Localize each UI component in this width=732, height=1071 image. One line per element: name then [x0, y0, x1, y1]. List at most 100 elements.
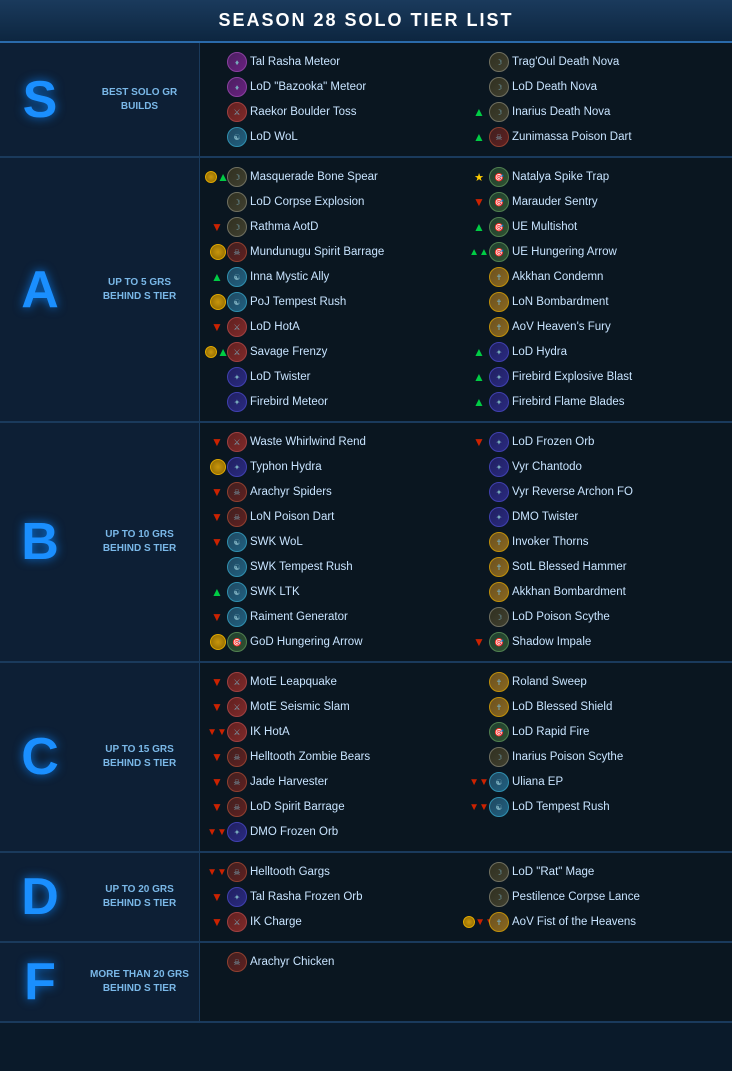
build-item: 🎯 LoD Rapid Fire: [470, 721, 724, 743]
build-name: Invoker Thorns: [512, 536, 589, 548]
build-name: Masquerade Bone Spear: [250, 171, 378, 183]
build-avatar: ☯: [227, 607, 247, 627]
tier-row-B: B UP TO 10 GRS BEHIND S TIER ▼ ⚔ Waste W…: [0, 423, 732, 663]
build-item: ♦ LoD "Bazooka" Meteor: [208, 76, 462, 98]
tier-description-F: MORE THAN 20 GRS BEHIND S TIER: [80, 943, 200, 1021]
build-name: LoD "Bazooka" Meteor: [250, 81, 366, 93]
build-item: ☽ Inarius Poison Scythe: [470, 746, 724, 768]
build-item: ▼ ⚔ MotE Seismic Slam: [208, 696, 462, 718]
gold-double-down-indicator: ▼▼: [472, 915, 486, 929]
build-item: ✝ Roland Sweep: [470, 671, 724, 693]
tier-left-column-A: ▲ ☽ Masquerade Bone Spear ☽ LoD Corpse E…: [204, 166, 466, 413]
build-item: ☽ Pestilence Corpse Lance: [470, 886, 724, 908]
build-avatar: ☽: [489, 607, 509, 627]
tier-label-D: D: [0, 853, 80, 941]
build-avatar: ☯: [227, 267, 247, 287]
build-item: ✦ Typhon Hydra: [208, 456, 462, 478]
build-item: ▲ ☽ Masquerade Bone Spear: [208, 166, 462, 188]
build-item: ▼ ⚔ MotE Leapquake: [208, 671, 462, 693]
build-name: IK Charge: [250, 916, 302, 928]
build-item: ▲▲ 🎯 UE Hungering Arrow: [470, 241, 724, 263]
tier-desc-text-B: UP TO 10 GRS BEHIND S TIER: [88, 528, 191, 556]
arrow-up-indicator: ▲: [472, 345, 486, 359]
tier-row-S: S BEST SOLO GR BUILDS ♦ Tal Rasha Meteor…: [0, 43, 732, 158]
build-avatar: ☽: [227, 167, 247, 187]
double-up-indicator: ▲▲: [472, 245, 486, 259]
build-name: Firebird Explosive Blast: [512, 371, 632, 383]
build-name: AoV Heaven's Fury: [512, 321, 611, 333]
arrow-down-indicator: ▼: [210, 510, 224, 524]
tier-letter-C: C: [21, 731, 59, 783]
build-avatar: ✦: [489, 367, 509, 387]
build-item: ▲ ☯ Inna Mystic Ally: [208, 266, 462, 288]
build-name: LoD "Rat" Mage: [512, 866, 594, 878]
build-avatar: ☽: [489, 102, 509, 122]
arrow-down-indicator: ▼: [210, 800, 224, 814]
build-avatar: ☠: [227, 862, 247, 882]
build-avatar: ✝: [489, 317, 509, 337]
build-avatar: 🎯: [489, 242, 509, 262]
build-name: LoD WoL: [250, 131, 298, 143]
build-item: ✝ Invoker Thorns: [470, 531, 724, 553]
build-item: ▲ ✦ Firebird Explosive Blast: [470, 366, 724, 388]
build-item: ⚔ Raekor Boulder Toss: [208, 101, 462, 123]
build-name: LoD Death Nova: [512, 81, 597, 93]
page-container: SEASON 28 SOLO TIER LIST S BEST SOLO GR …: [0, 0, 732, 1023]
double-down-indicator: ▼▼: [210, 825, 224, 839]
build-name: Natalya Spike Trap: [512, 171, 609, 183]
tier-letter-A: A: [21, 264, 59, 316]
build-name: AoV Fist of the Heavens: [512, 916, 636, 928]
arrow-up-indicator: ▲: [210, 270, 224, 284]
build-avatar: ✝: [489, 532, 509, 552]
tier-left-column-B: ▼ ⚔ Waste Whirlwind Rend ✦ Typhon Hydra …: [204, 431, 466, 653]
tier-left-column-F: ☠ Arachyr Chicken: [204, 951, 466, 1013]
tiers-container: S BEST SOLO GR BUILDS ♦ Tal Rasha Meteor…: [0, 43, 732, 1023]
build-name: LoN Poison Dart: [250, 511, 334, 523]
gold-up-indicator: ▲: [210, 345, 224, 359]
build-avatar: ⚔: [227, 912, 247, 932]
build-name: LoD Hydra: [512, 346, 567, 358]
build-item: ▼ 🎯 Shadow Impale: [470, 631, 724, 653]
build-name: Helltooth Gargs: [250, 866, 330, 878]
build-name: Inna Mystic Ally: [250, 271, 329, 283]
build-item: 🎯 GoD Hungering Arrow: [208, 631, 462, 653]
build-name: Marauder Sentry: [512, 196, 598, 208]
build-name: Tal Rasha Frozen Orb: [250, 891, 363, 903]
arrow-down-indicator: ▼: [210, 915, 224, 929]
tier-letter-S: S: [23, 74, 58, 126]
arrow-down-indicator: ▼: [210, 890, 224, 904]
build-name: LoD Rapid Fire: [512, 726, 589, 738]
build-item: ☽ LoD "Rat" Mage: [470, 861, 724, 883]
arrow-down-indicator: ▼: [210, 535, 224, 549]
build-item: ▼▼ ☯ Uliana EP: [470, 771, 724, 793]
arrow-up-indicator: ▲: [210, 585, 224, 599]
build-item: ▼ ☠ Jade Harvester: [208, 771, 462, 793]
page-title: SEASON 28 SOLO TIER LIST: [0, 10, 732, 31]
gold-up-indicator: ▲: [210, 170, 224, 184]
double-down-indicator: ▼▼: [472, 800, 486, 814]
build-avatar: ✦: [489, 482, 509, 502]
arrow-up-indicator: ▲: [472, 370, 486, 384]
build-avatar: ☽: [489, 747, 509, 767]
build-avatar: ✝: [489, 582, 509, 602]
tier-letter-F: F: [24, 956, 56, 1008]
build-name: Inarius Death Nova: [512, 106, 610, 118]
build-avatar: ♦: [227, 77, 247, 97]
build-item: ✝ Akkhan Bombardment: [470, 581, 724, 603]
build-name: Zunimassa Poison Dart: [512, 131, 632, 143]
tier-description-C: UP TO 15 GRS BEHIND S TIER: [80, 663, 200, 851]
arrow-down-indicator: ▼: [210, 320, 224, 334]
build-name: Pestilence Corpse Lance: [512, 891, 640, 903]
tier-desc-text-S: BEST SOLO GR BUILDS: [88, 86, 191, 114]
gold-badge-indicator: [210, 459, 224, 475]
build-name: Firebird Flame Blades: [512, 396, 624, 408]
build-item: ✝ Akkhan Condemn: [470, 266, 724, 288]
build-name: SWK WoL: [250, 536, 303, 548]
build-avatar: ✦: [489, 432, 509, 452]
tier-row-A: A UP TO 5 GRS BEHIND S TIER ▲ ☽ Masquera…: [0, 158, 732, 423]
tier-right-column-B: ▼ ✦ LoD Frozen Orb ✦ Vyr Chantodo ✦ Vyr …: [466, 431, 728, 653]
build-name: Mundunugu Spirit Barrage: [250, 246, 384, 258]
arrow-down-indicator: ▼: [472, 635, 486, 649]
build-item: ▼ ☠ LoD Spirit Barrage: [208, 796, 462, 818]
tier-content-B: ▼ ⚔ Waste Whirlwind Rend ✦ Typhon Hydra …: [200, 423, 732, 661]
